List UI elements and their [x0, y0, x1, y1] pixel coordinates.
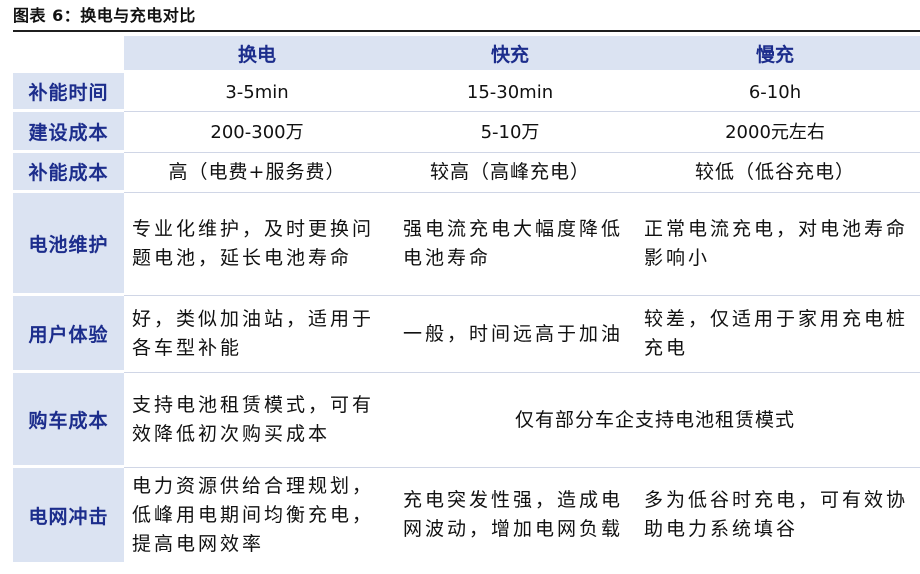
table-cell: 5-10万 — [390, 112, 630, 153]
table-row: 建设成本 200-300万 5-10万 2000元左右 — [13, 112, 920, 153]
table-cell: 多为低谷时充电，可有效协助电力系统填谷 — [644, 489, 909, 540]
row-label: 建设成本 — [13, 112, 124, 153]
column-header-fast-charge: 快充 — [390, 36, 630, 73]
table-row: 补能成本 高（电费+服务费） 较高（高峰充电） 较低（低谷充电） — [13, 153, 920, 193]
comparison-table: 换电 快充 慢充 补能时间 3-5min 15-30min 6-10h 建设成本… — [13, 36, 920, 562]
table-cell: 6-10h — [630, 73, 920, 112]
table-cell: 较差，仅适用于家用充电桩充电 — [630, 296, 920, 373]
table-cell: 3-5min — [124, 73, 390, 112]
table-cell: 2000元左右 — [630, 112, 920, 153]
header-corner — [13, 36, 124, 73]
table-cell: 支持电池租赁模式，可有效降低初次购买成本 — [124, 373, 390, 468]
table-cell: 高（电费+服务费） — [124, 153, 390, 193]
table-cell: 15-30min — [390, 73, 630, 112]
table-cell: 较低（低谷充电） — [630, 153, 920, 193]
table-cell-merged: 仅有部分车企支持电池租赁模式 — [390, 373, 920, 468]
table-cell: 充电突发性强，造成电网波动，增加电网负载 — [403, 489, 624, 540]
table-cell: 电力资源供给合理规划，低峰用电期间均衡充电，提高电网效率 — [132, 474, 375, 555]
table-cell: 较高（高峰充电） — [390, 153, 630, 193]
row-label: 购车成本 — [13, 373, 124, 468]
table-row: 电网冲击 电力资源供给合理规划，低峰用电期间均衡充电，提高电网效率 充电突发性强… — [13, 468, 920, 562]
row-label: 用户体验 — [13, 296, 124, 373]
title-divider — [13, 30, 920, 32]
table-row: 用户体验 好，类似加油站，适用于各车型补能 一般，时间远高于加油 较差，仅适用于… — [13, 296, 920, 373]
row-label: 电网冲击 — [13, 468, 124, 562]
table-cell: 正常电流充电，对电池寿命影响小 — [630, 193, 920, 296]
row-label: 电池维护 — [13, 193, 124, 296]
table-cell: 专业化维护，及时更换问题电池，延长电池寿命 — [124, 193, 390, 296]
row-label: 补能时间 — [13, 73, 124, 112]
table-row: 补能时间 3-5min 15-30min 6-10h — [13, 73, 920, 112]
column-header-slow-charge: 慢充 — [630, 36, 920, 73]
column-header-battery-swap: 换电 — [124, 36, 390, 73]
figure-title: 图表 6：换电与充电对比 — [13, 6, 196, 25]
row-label: 补能成本 — [13, 153, 124, 193]
table-cell: 200-300万 — [124, 112, 390, 153]
table-header-row: 换电 快充 慢充 — [13, 36, 920, 73]
table-row: 购车成本 支持电池租赁模式，可有效降低初次购买成本 仅有部分车企支持电池租赁模式 — [13, 373, 920, 468]
table-cell: 强电流充电大幅度降低电池寿命 — [390, 193, 630, 296]
table-cell: 一般，时间远高于加油 — [390, 296, 630, 373]
table-row: 电池维护 专业化维护，及时更换问题电池，延长电池寿命 强电流充电大幅度降低电池寿… — [13, 193, 920, 296]
table-cell: 好，类似加油站，适用于各车型补能 — [124, 296, 390, 373]
